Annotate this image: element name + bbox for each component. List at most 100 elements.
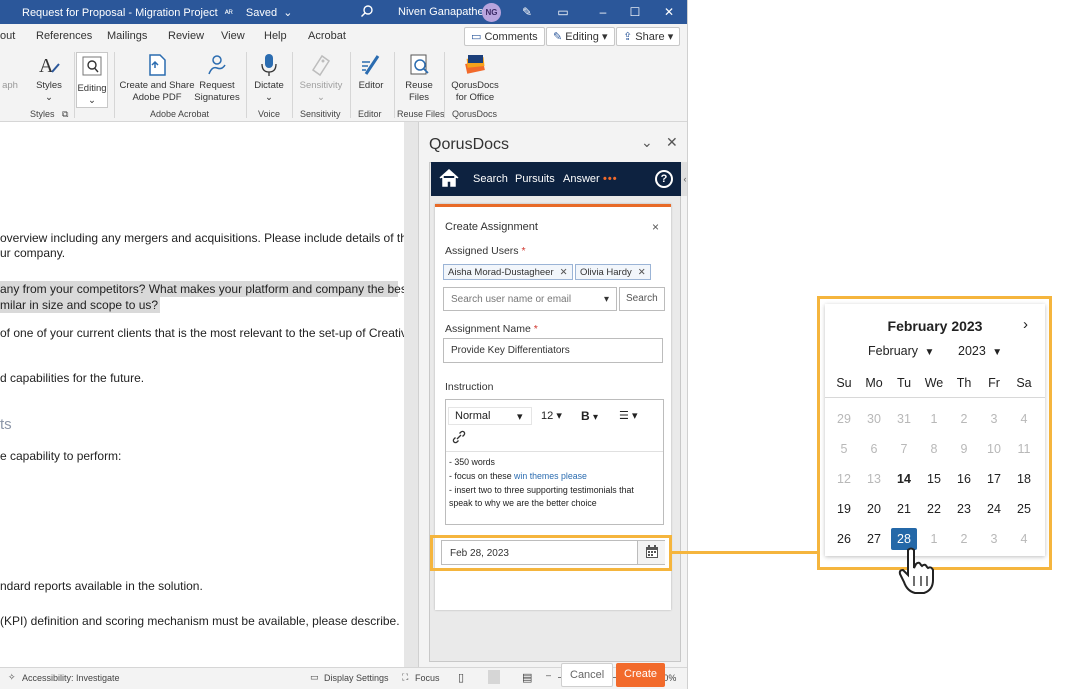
calendar-day[interactable]: 3: [981, 408, 1007, 430]
tab-help[interactable]: Help: [264, 30, 287, 42]
calendar-day[interactable]: 22: [921, 498, 947, 520]
tab-layout[interactable]: out: [0, 30, 15, 42]
focus-button[interactable]: Focus: [415, 673, 440, 683]
bold-button[interactable]: B ▾: [578, 407, 608, 425]
collapse-panel-icon[interactable]: ‹: [681, 162, 687, 196]
calendar-day[interactable]: 4: [1011, 528, 1037, 550]
styles-button[interactable]: A Styles ⌄: [30, 52, 68, 104]
ribbon-display-icon[interactable]: ▭: [554, 3, 572, 21]
calendar-day[interactable]: 24: [981, 498, 1007, 520]
close-icon[interactable]: ×: [652, 220, 659, 234]
year-select[interactable]: 2023 ▼: [958, 344, 1002, 358]
calendar-day[interactable]: 20: [861, 498, 887, 520]
calendar-day[interactable]: 2: [951, 528, 977, 550]
remove-chip-icon[interactable]: ✕: [638, 267, 646, 278]
sensitivity-button[interactable]: Sensitivity ⌄: [296, 52, 346, 104]
tab-review[interactable]: Review: [168, 30, 204, 42]
calendar-day[interactable]: 27: [861, 528, 887, 550]
create-share-pdf-button[interactable]: Create and Share Adobe PDF: [118, 52, 196, 104]
calendar-day[interactable]: 19: [831, 498, 857, 520]
remove-chip-icon[interactable]: ✕: [560, 267, 568, 278]
calendar-day[interactable]: 16: [951, 468, 977, 490]
pen-icon[interactable]: ✎: [518, 3, 536, 21]
month-select[interactable]: February ▼: [868, 344, 934, 358]
accessibility-status[interactable]: Accessibility: Investigate: [22, 673, 120, 683]
nav-search[interactable]: Search: [473, 173, 508, 185]
calendar-day[interactable]: 2: [951, 408, 977, 430]
calendar-day[interactable]: 25: [1011, 498, 1037, 520]
document-title[interactable]: Request for Proposal - Migration Project…: [22, 6, 292, 19]
calendar-day[interactable]: 4: [1011, 408, 1037, 430]
calendar-day[interactable]: 9: [951, 438, 977, 460]
calendar-day[interactable]: 18: [1011, 468, 1037, 490]
tab-acrobat[interactable]: Acrobat: [308, 30, 346, 42]
calendar-day[interactable]: 5: [831, 438, 857, 460]
comments-button[interactable]: ▭ Comments: [464, 27, 545, 46]
calendar-day[interactable]: 17: [981, 468, 1007, 490]
close-icon[interactable]: ✕: [666, 134, 678, 151]
web-layout-icon[interactable]: ▤: [522, 671, 532, 684]
read-mode-icon[interactable]: ▯: [458, 671, 464, 684]
tab-mailings[interactable]: Mailings: [107, 30, 147, 42]
editor-button[interactable]: Editor: [354, 52, 388, 92]
cancel-button[interactable]: Cancel: [561, 663, 614, 687]
chevron-right-icon[interactable]: ›: [1023, 316, 1028, 333]
nav-more-icon[interactable]: •••: [603, 173, 618, 185]
calendar-day[interactable]: 1: [921, 408, 947, 430]
document-canvas[interactable]: overview including any mergers and acqui…: [0, 122, 414, 667]
avatar[interactable]: NG: [482, 3, 501, 22]
calendar-day[interactable]: 12: [831, 468, 857, 490]
link-icon[interactable]: [452, 430, 466, 448]
dialog-launcher-icon[interactable]: ⧉: [62, 109, 68, 120]
request-signatures-button[interactable]: Request Signatures: [192, 52, 242, 104]
editing-ribbon-button[interactable]: Editing ⌄: [76, 52, 108, 108]
calendar-day[interactable]: 10: [981, 438, 1007, 460]
minimize-icon[interactable]: –: [594, 3, 612, 21]
tab-view[interactable]: View: [221, 30, 245, 42]
nav-answer[interactable]: Answer: [563, 173, 600, 185]
chevron-down-icon[interactable]: ▾: [604, 294, 609, 305]
calendar-day[interactable]: 13: [861, 468, 887, 490]
calendar-day[interactable]: 6: [861, 438, 887, 460]
help-icon[interactable]: ?: [655, 170, 673, 188]
font-size-select[interactable]: 12 ▾: [538, 407, 568, 425]
create-button[interactable]: Create: [616, 663, 666, 687]
calendar-day[interactable]: 23: [951, 498, 977, 520]
print-layout-icon[interactable]: [488, 670, 500, 684]
calendar-day[interactable]: 30: [861, 408, 887, 430]
qorusdocs-ribbon-button[interactable]: QorusDocs for Office: [448, 52, 502, 104]
zoom-out-icon[interactable]: –: [546, 670, 551, 680]
maximize-icon[interactable]: ☐: [626, 3, 644, 21]
calendar-day[interactable]: 21: [891, 498, 917, 520]
tab-references[interactable]: References: [36, 30, 92, 42]
editing-ribbon-label: Editing: [77, 83, 107, 94]
calendar-day[interactable]: 26: [831, 528, 857, 550]
display-settings-button[interactable]: Display Settings: [324, 673, 389, 683]
calendar-day[interactable]: 8: [921, 438, 947, 460]
paragraph-style-select[interactable]: Normal ▾: [448, 407, 532, 425]
calendar-day[interactable]: 29: [831, 408, 857, 430]
list-button[interactable]: ☰ ▾: [616, 407, 648, 425]
chevron-down-icon[interactable]: ⌄: [283, 7, 292, 19]
reuse-files-button[interactable]: Reuse Files: [398, 52, 440, 104]
editing-mode-button[interactable]: ✎ Editing ▾: [546, 27, 615, 46]
user-search-input[interactable]: Search user name or email ▾: [443, 287, 617, 311]
calendar-day[interactable]: 7: [891, 438, 917, 460]
search-icon[interactable]: [360, 4, 374, 21]
close-icon[interactable]: ✕: [660, 3, 678, 21]
chevron-down-icon[interactable]: ⌄: [641, 134, 653, 151]
paragraph-button[interactable]: aph: [0, 52, 20, 92]
calendar-day[interactable]: 3: [981, 528, 1007, 550]
calendar-day[interactable]: 31: [891, 408, 917, 430]
assignment-name-input[interactable]: Provide Key Differentiators: [443, 338, 663, 363]
search-users-button[interactable]: Search: [619, 287, 665, 311]
calendar-day[interactable]: 11: [1011, 438, 1037, 460]
dictate-button[interactable]: Dictate ⌄: [250, 52, 288, 104]
calendar-day[interactable]: 14: [891, 468, 917, 490]
instruction-editor[interactable]: Normal ▾ 12 ▾ B ▾ ☰ ▾ - 350 words - focu…: [445, 399, 664, 525]
calendar-day[interactable]: 15: [921, 468, 947, 490]
share-button[interactable]: ⇪ Share ▾: [616, 27, 681, 46]
nav-pursuits[interactable]: Pursuits: [515, 173, 555, 185]
instruction-link[interactable]: win themes please: [514, 471, 587, 481]
home-icon[interactable]: [439, 168, 459, 190]
